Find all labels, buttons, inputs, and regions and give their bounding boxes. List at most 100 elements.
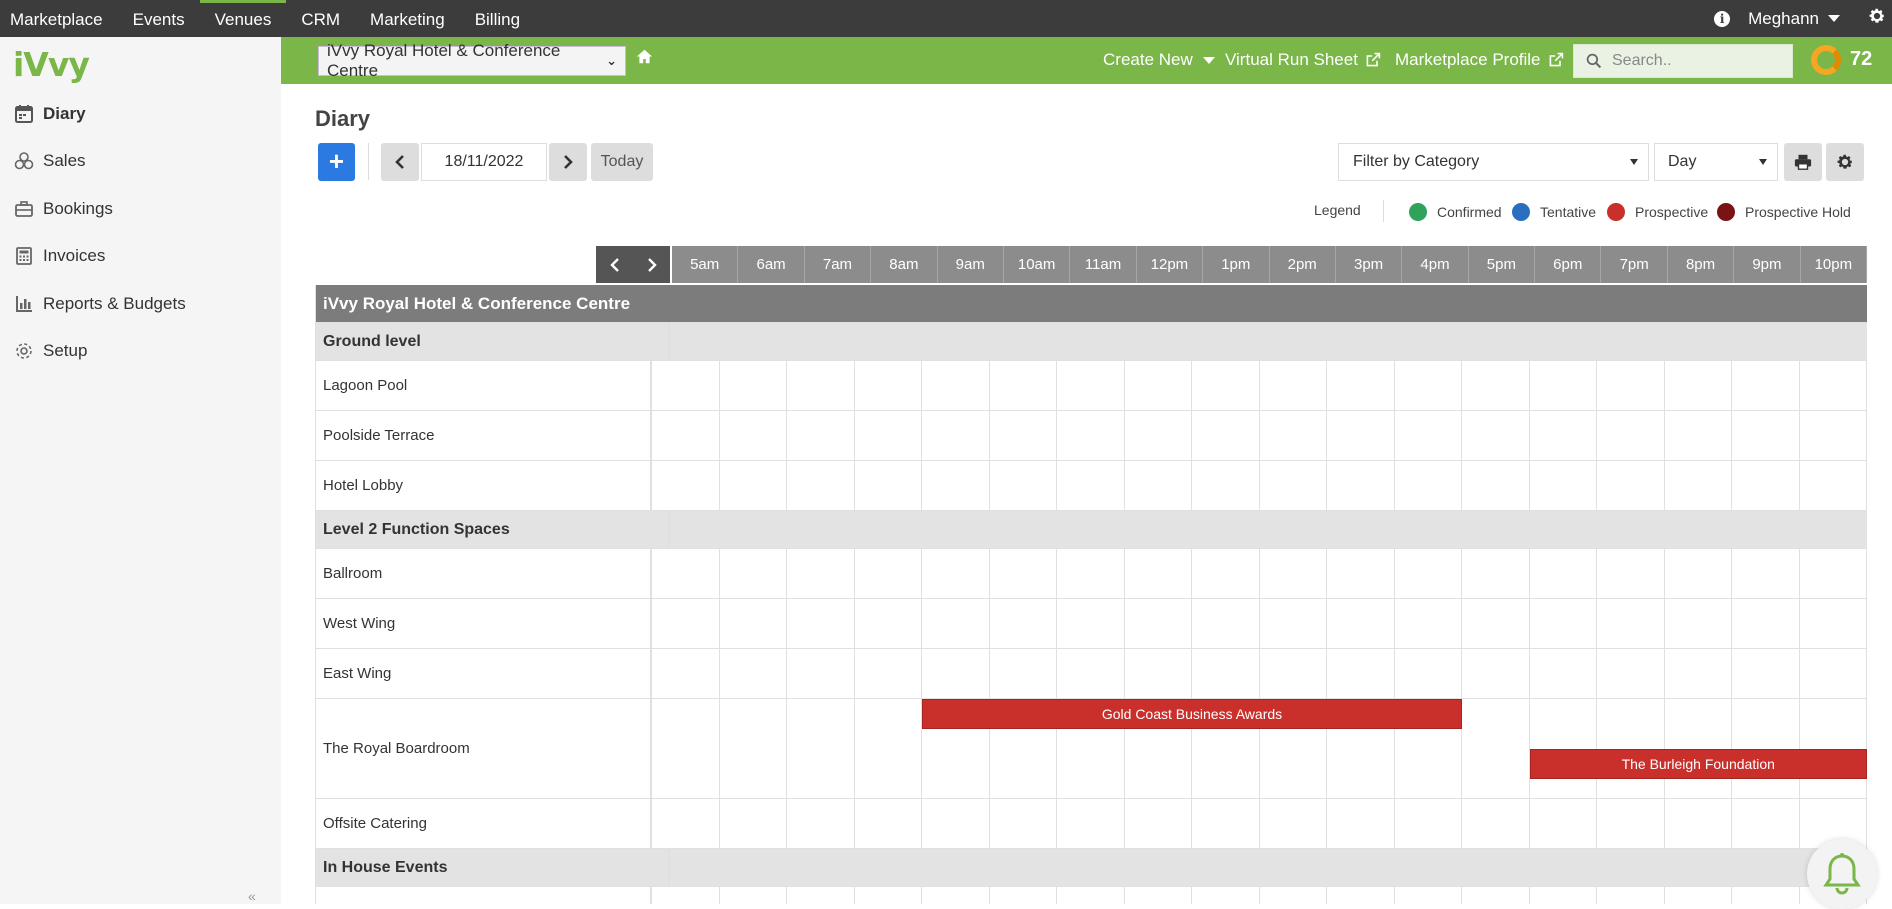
space-label[interactable]: Offsite Catering (315, 799, 652, 848)
time-slot[interactable] (855, 649, 922, 698)
time-slot[interactable] (1057, 549, 1125, 598)
topnav-billing[interactable]: Billing (460, 0, 535, 37)
time-slot[interactable] (1125, 549, 1192, 598)
score-ring-icon[interactable] (1811, 45, 1841, 75)
time-slot[interactable] (855, 699, 922, 798)
time-slot[interactable] (652, 799, 720, 848)
time-slot[interactable] (652, 411, 720, 460)
user-menu[interactable]: Meghann (1748, 9, 1840, 29)
time-slot[interactable] (787, 549, 855, 598)
time-slot[interactable] (1462, 599, 1530, 648)
sidebar-item-sales[interactable]: Sales (0, 138, 281, 186)
time-slot[interactable] (1665, 549, 1732, 598)
space-label[interactable]: West Wing via Venue Bo... (315, 887, 652, 904)
time-slot[interactable] (855, 549, 922, 598)
time-slot[interactable] (855, 887, 922, 904)
time-slot[interactable] (990, 549, 1057, 598)
time-slot[interactable] (1665, 799, 1732, 848)
time-slot[interactable] (990, 887, 1057, 904)
time-slot[interactable] (1057, 599, 1125, 648)
booking-block[interactable]: The Burleigh Foundation (1529, 749, 1867, 779)
venue-select[interactable]: iVvy Royal Hotel & Conference Centre ⌄ (318, 41, 626, 80)
settings-gear-icon[interactable] (1868, 7, 1886, 31)
time-slot[interactable] (1260, 649, 1327, 698)
time-slot[interactable] (855, 411, 922, 460)
time-slot[interactable] (1395, 599, 1462, 648)
time-slot[interactable] (1732, 411, 1800, 460)
time-slot[interactable] (1530, 599, 1597, 648)
time-slot[interactable] (652, 699, 720, 798)
time-slot[interactable] (1260, 361, 1327, 410)
time-slot[interactable] (990, 799, 1057, 848)
view-select[interactable]: Day (1654, 143, 1778, 181)
time-slot[interactable] (1057, 649, 1125, 698)
time-slot[interactable] (1665, 649, 1732, 698)
time-slot[interactable] (1192, 649, 1260, 698)
previous-date-button[interactable] (381, 143, 419, 181)
time-slot[interactable] (1125, 599, 1192, 648)
time-slot[interactable] (1192, 549, 1260, 598)
time-slot[interactable] (1462, 461, 1530, 510)
time-slot[interactable] (990, 361, 1057, 410)
time-slot[interactable] (1665, 361, 1732, 410)
time-slot[interactable] (1530, 887, 1597, 904)
time-slot[interactable] (1800, 599, 1867, 648)
time-slot[interactable] (1260, 411, 1327, 460)
home-icon[interactable] (636, 48, 653, 70)
sidebar-item-invoices[interactable]: Invoices (0, 233, 281, 281)
info-icon[interactable]: i (1714, 10, 1731, 27)
time-slot[interactable] (1327, 799, 1395, 848)
time-slot[interactable] (1800, 549, 1867, 598)
create-new-button[interactable]: Create New (1103, 50, 1215, 70)
time-slot[interactable] (787, 599, 855, 648)
time-slot[interactable] (990, 599, 1057, 648)
time-slot[interactable] (787, 461, 855, 510)
space-label[interactable]: East Wing (315, 649, 652, 698)
time-slot[interactable] (787, 699, 855, 798)
topnav-marketplace[interactable]: Marketplace (0, 0, 118, 37)
time-slot[interactable] (1395, 411, 1462, 460)
time-slot[interactable] (1597, 549, 1665, 598)
time-slot[interactable] (1395, 649, 1462, 698)
topnav-marketing[interactable]: Marketing (355, 0, 460, 37)
time-slot[interactable] (1260, 799, 1327, 848)
time-slot[interactable] (1665, 411, 1732, 460)
time-slot[interactable] (1395, 887, 1462, 904)
time-slot[interactable] (720, 887, 787, 904)
time-slot[interactable] (1597, 411, 1665, 460)
time-slot[interactable] (1057, 411, 1125, 460)
scroll-left-button[interactable] (596, 246, 633, 283)
time-slot[interactable] (720, 361, 787, 410)
time-slot[interactable] (1327, 549, 1395, 598)
virtual-run-sheet-link[interactable]: Virtual Run Sheet (1225, 50, 1381, 70)
time-slot[interactable] (1462, 549, 1530, 598)
time-slot[interactable] (652, 649, 720, 698)
time-slot[interactable] (1395, 799, 1462, 848)
time-slot[interactable] (990, 411, 1057, 460)
time-slot[interactable] (1327, 361, 1395, 410)
time-slot[interactable] (1665, 461, 1732, 510)
time-slot[interactable] (1530, 411, 1597, 460)
time-slot[interactable] (652, 361, 720, 410)
time-slot[interactable] (1597, 361, 1665, 410)
sidebar-item-diary[interactable]: Diary (0, 90, 281, 138)
space-label[interactable]: Poolside Terrace (315, 411, 652, 460)
space-label[interactable]: Ballroom (315, 549, 652, 598)
time-slot[interactable] (1800, 411, 1867, 460)
time-slot[interactable] (1327, 887, 1395, 904)
time-slot[interactable] (1125, 411, 1192, 460)
time-slot[interactable] (1125, 887, 1192, 904)
time-slot[interactable] (1260, 461, 1327, 510)
time-slot[interactable] (787, 887, 855, 904)
time-slot[interactable] (1530, 549, 1597, 598)
time-slot[interactable] (1665, 887, 1732, 904)
time-slot[interactable] (1462, 699, 1530, 798)
today-button[interactable]: Today (591, 143, 653, 181)
time-slot[interactable] (1597, 649, 1665, 698)
time-slot[interactable] (922, 361, 990, 410)
time-slot[interactable] (1530, 361, 1597, 410)
time-slot[interactable] (787, 361, 855, 410)
time-slot[interactable] (1125, 799, 1192, 848)
time-slot[interactable] (720, 411, 787, 460)
time-slot[interactable] (922, 549, 990, 598)
